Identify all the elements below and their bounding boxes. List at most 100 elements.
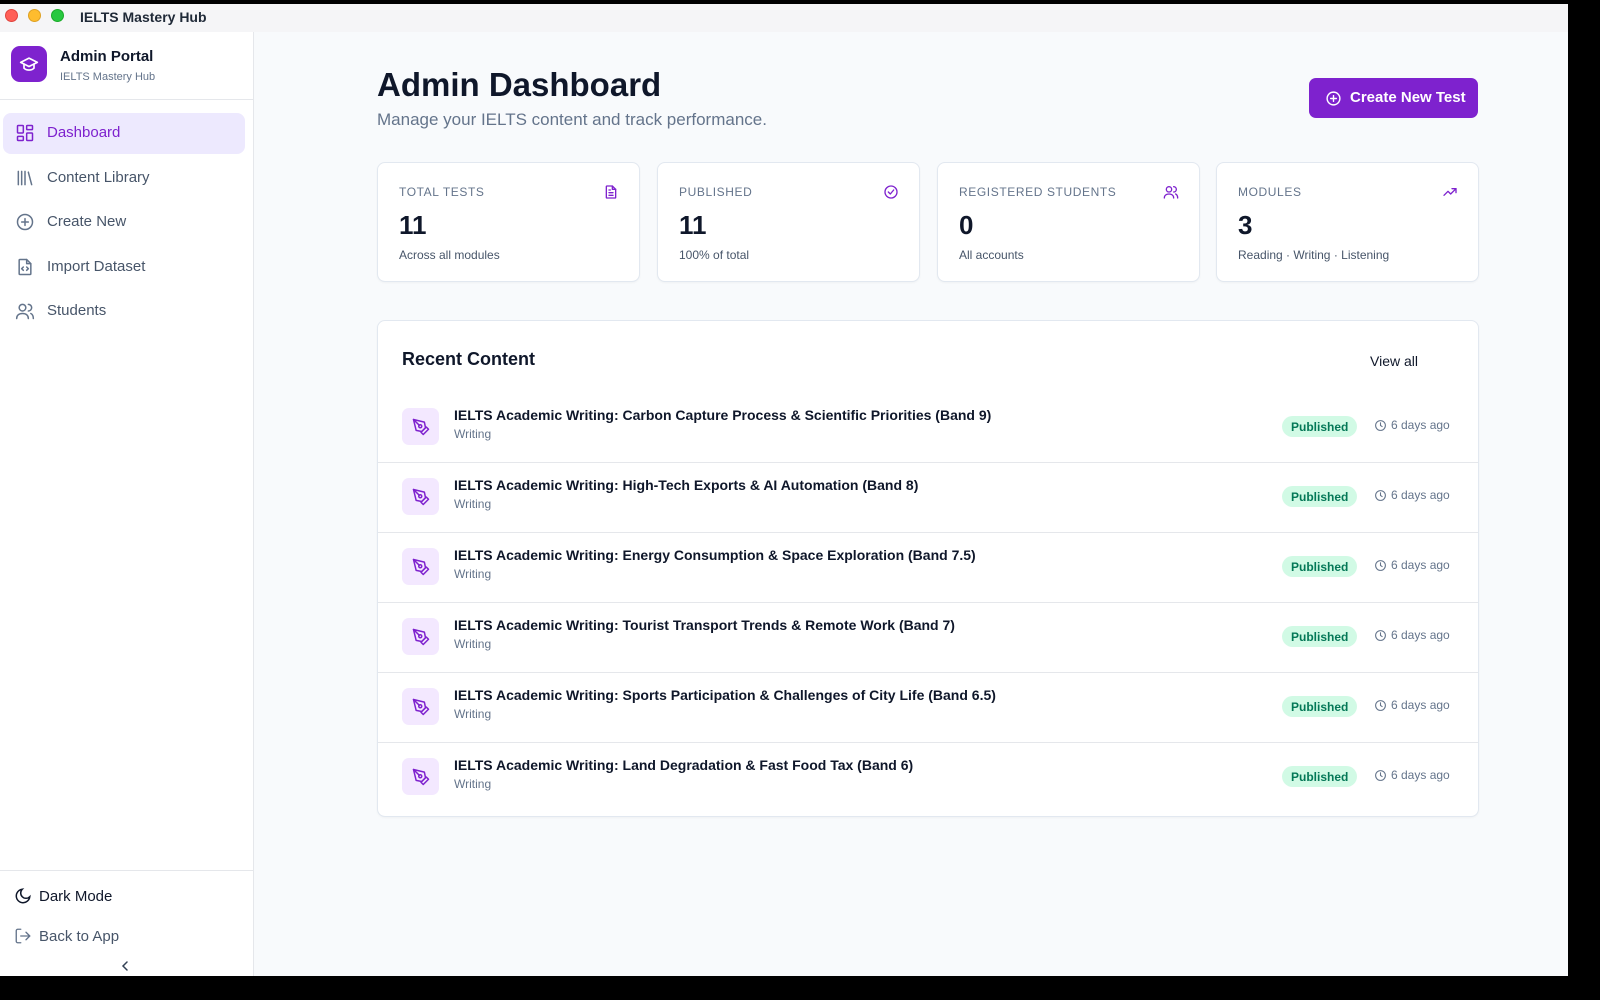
item-timestamp: 6 days ago xyxy=(1374,628,1450,642)
clock-icon xyxy=(1375,559,1386,571)
item-timestamp: 6 days ago xyxy=(1374,768,1450,782)
item-module: Writing xyxy=(454,567,492,581)
item-time-text: 6 days ago xyxy=(1391,558,1450,572)
stat-card-total-tests: TOTAL TESTS 11 Across all modules xyxy=(377,162,640,282)
list-item[interactable]: IELTS Academic Writing: Sports Participa… xyxy=(378,673,1478,743)
item-timestamp: 6 days ago xyxy=(1374,488,1450,502)
status-badge: Published xyxy=(1282,416,1358,437)
item-module: Writing xyxy=(454,427,492,441)
create-new-test-button[interactable]: Create New Test xyxy=(1309,78,1478,118)
view-all-link[interactable]: View all xyxy=(1370,353,1418,369)
app-window: IELTS Mastery Hub Admin Portal IELTS Mas… xyxy=(0,4,1568,976)
clock-icon xyxy=(1375,419,1386,431)
item-time-text: 6 days ago xyxy=(1391,698,1450,712)
brand-subtitle: IELTS Mastery Hub xyxy=(60,71,156,83)
plus-circle-icon xyxy=(16,213,34,231)
users-icon xyxy=(1163,186,1179,199)
list-item[interactable]: IELTS Academic Writing: Energy Consumpti… xyxy=(378,533,1478,603)
stat-card-modules: MODULES 3 Reading · Writing · Listening xyxy=(1216,162,1479,282)
status-badge: Published xyxy=(1282,766,1358,787)
item-time-text: 6 days ago xyxy=(1391,418,1450,432)
status-badge: Published xyxy=(1282,486,1358,507)
recent-content-title: Recent Content xyxy=(402,349,536,369)
list-item[interactable]: IELTS Academic Writing: Tourist Transpor… xyxy=(378,603,1478,673)
stat-note: 100% of total xyxy=(679,248,750,262)
back-to-app-label: Back to App xyxy=(39,927,120,945)
status-badge: Published xyxy=(1282,626,1358,647)
recent-content-list: IELTS Academic Writing: Carbon Capture P… xyxy=(378,393,1478,813)
pen-tool-icon xyxy=(402,548,439,585)
list-item[interactable]: IELTS Academic Writing: High-Tech Export… xyxy=(378,463,1478,533)
graduation-cap-icon xyxy=(11,46,47,82)
sidebar-item-students[interactable]: Students xyxy=(3,291,245,332)
plus-circle-icon xyxy=(1326,91,1341,106)
item-title: IELTS Academic Writing: Land Degradation… xyxy=(454,757,914,773)
item-timestamp: 6 days ago xyxy=(1374,558,1450,572)
item-title: IELTS Academic Writing: Tourist Transpor… xyxy=(454,617,955,633)
item-module: Writing xyxy=(454,707,492,721)
page-title: Admin Dashboard xyxy=(377,66,662,103)
clock-icon xyxy=(1375,769,1386,781)
brand-title: Admin Portal xyxy=(60,48,154,65)
clock-icon xyxy=(1375,699,1386,711)
log-out-icon xyxy=(15,928,31,944)
item-time-text: 6 days ago xyxy=(1391,488,1450,502)
recent-content-panel: Recent Content View all IELTS Academic W… xyxy=(377,320,1479,817)
clock-icon xyxy=(1375,489,1386,501)
sidebar-nav: Dashboard Content Library Create New Imp… xyxy=(0,113,253,336)
sidebar-item-label: Students xyxy=(47,302,107,320)
trending-up-icon xyxy=(1443,188,1457,196)
library-icon xyxy=(17,170,33,186)
list-item[interactable]: IELTS Academic Writing: Land Degradation… xyxy=(378,743,1478,813)
item-title: IELTS Academic Writing: Carbon Capture P… xyxy=(454,407,992,423)
status-badge: Published xyxy=(1282,696,1358,717)
brand-header: Admin Portal IELTS Mastery Hub xyxy=(0,32,253,100)
maximize-window-button[interactable] xyxy=(51,9,64,22)
stat-label: REGISTERED STUDENTS xyxy=(959,185,1117,199)
sidebar-item-create-new[interactable]: Create New xyxy=(3,202,245,243)
dark-mode-toggle[interactable]: Dark Mode xyxy=(14,887,112,905)
item-module: Writing xyxy=(454,497,492,511)
item-timestamp: 6 days ago xyxy=(1374,698,1450,712)
item-module: Writing xyxy=(454,637,492,651)
create-new-test-label: Create New Test xyxy=(1350,89,1466,106)
item-module: Writing xyxy=(454,777,492,791)
sidebar-item-dashboard[interactable]: Dashboard xyxy=(3,113,245,154)
pen-tool-icon xyxy=(402,618,439,655)
pen-tool-icon xyxy=(402,478,439,515)
stat-value: 3 xyxy=(1238,210,1253,240)
item-time-text: 6 days ago xyxy=(1391,628,1450,642)
item-time-text: 6 days ago xyxy=(1391,768,1450,782)
stat-note: Reading · Writing · Listening xyxy=(1238,248,1390,262)
stat-note: Across all modules xyxy=(399,248,500,262)
back-to-app-link[interactable]: Back to App xyxy=(14,927,119,945)
item-title: IELTS Academic Writing: Sports Participa… xyxy=(454,687,996,703)
stat-value: 0 xyxy=(959,210,974,240)
file-code-icon xyxy=(18,258,32,276)
main-content: Admin Dashboard Manage your IELTS conten… xyxy=(254,32,1568,976)
sidebar-item-label: Import Dataset xyxy=(47,257,146,275)
close-window-button[interactable] xyxy=(5,9,18,22)
list-item[interactable]: IELTS Academic Writing: Carbon Capture P… xyxy=(378,393,1478,463)
sidebar-item-label: Create New xyxy=(47,213,127,231)
sidebar-item-content-library[interactable]: Content Library xyxy=(3,158,245,199)
document-icon xyxy=(605,185,617,199)
stat-label: PUBLISHED xyxy=(679,185,753,199)
stat-label: TOTAL TESTS xyxy=(399,185,485,199)
stat-value: 11 xyxy=(399,210,427,240)
item-title: IELTS Academic Writing: Energy Consumpti… xyxy=(454,547,976,563)
pen-tool-icon xyxy=(402,408,439,445)
page-subtitle: Manage your IELTS content and track perf… xyxy=(377,110,767,129)
pen-tool-icon xyxy=(402,758,439,795)
sidebar-item-import-dataset[interactable]: Import Dataset xyxy=(3,247,245,288)
item-title: IELTS Academic Writing: High-Tech Export… xyxy=(454,477,919,493)
pen-tool-icon xyxy=(402,688,439,725)
clock-icon xyxy=(1375,629,1386,641)
minimize-window-button[interactable] xyxy=(28,9,41,22)
stat-note: All accounts xyxy=(959,248,1024,262)
item-timestamp: 6 days ago xyxy=(1374,418,1450,432)
stat-card-registered-students: REGISTERED STUDENTS 0 All accounts xyxy=(937,162,1200,282)
users-icon xyxy=(15,303,35,320)
chevron-left-icon[interactable] xyxy=(116,958,134,974)
sidebar-item-label: Dashboard xyxy=(47,124,121,141)
